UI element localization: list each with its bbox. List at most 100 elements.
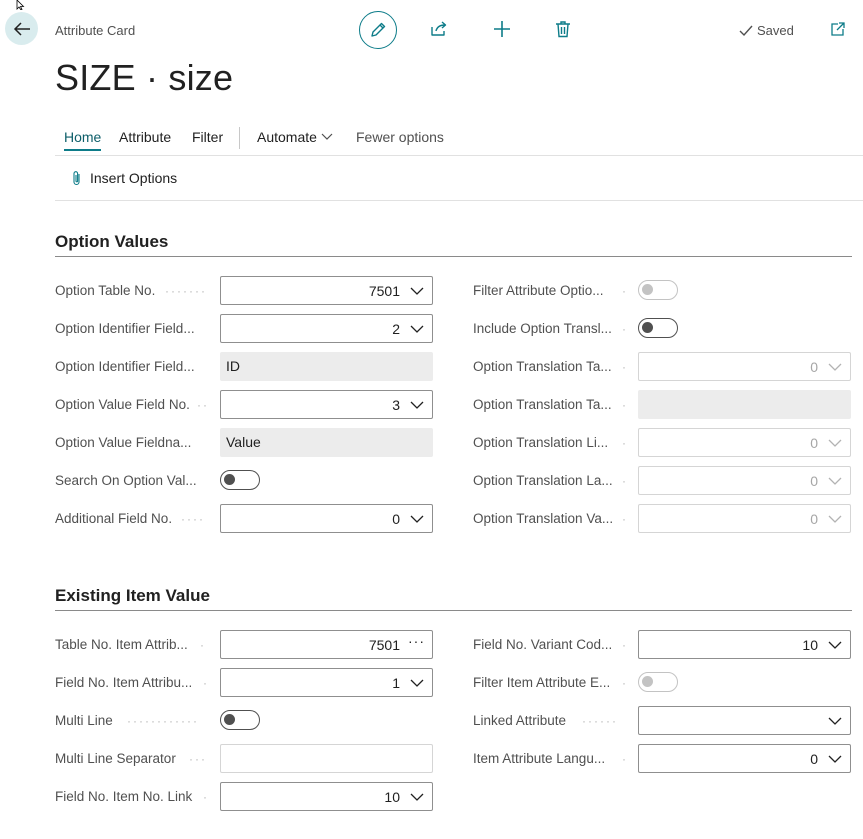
actions-bar: Insert Options xyxy=(55,156,863,201)
field-label: Option Value Fieldna... xyxy=(55,435,192,450)
pencil-icon xyxy=(371,22,386,37)
field-value: 7501 xyxy=(368,637,400,653)
chevron-down-icon xyxy=(410,793,424,801)
field-no-item-attribute-select[interactable]: 1 xyxy=(220,668,433,697)
toggle-knob xyxy=(642,676,653,687)
field-value: 0 xyxy=(392,511,400,527)
lookup-ellipsis-icon[interactable]: ··· xyxy=(408,633,425,649)
toggle-knob xyxy=(224,474,235,485)
field-label: Filter Attribute Optio... xyxy=(473,283,604,298)
saved-status: Saved xyxy=(739,23,794,38)
field-label: Option Translation Va... xyxy=(473,511,614,526)
linked-attribute-select[interactable] xyxy=(638,706,851,735)
plus-icon xyxy=(494,21,510,37)
option-value-field-no-select[interactable]: 3 xyxy=(220,390,433,419)
option-translation-language-select[interactable]: 0 xyxy=(638,466,851,495)
field-value: 2 xyxy=(392,321,400,337)
label-leader-dots: · xyxy=(622,752,628,766)
search-on-option-value-toggle[interactable] xyxy=(220,470,260,490)
paperclip-icon xyxy=(73,171,80,186)
option-value-fieldname-readonly: Value xyxy=(220,428,433,457)
field-label: Table No. Item Attrib... xyxy=(55,637,188,652)
chevron-down-icon xyxy=(410,325,424,333)
option-translation-value-select[interactable]: 0 xyxy=(638,504,851,533)
field-label: Linked Attribute xyxy=(473,713,567,728)
field-label: Additional Field No. xyxy=(55,511,173,526)
option-identifier-field-no-select[interactable]: 2 xyxy=(220,314,433,343)
chevron-down-icon xyxy=(410,515,424,523)
label-leader-dots: ······ xyxy=(582,714,618,728)
field-value: 10 xyxy=(384,789,400,805)
open-in-new-window-icon xyxy=(831,22,845,36)
tab-home[interactable]: Home xyxy=(64,129,101,145)
field-label: Option Table No. xyxy=(55,283,156,298)
tab-automate[interactable]: Automate xyxy=(257,129,333,145)
label-leader-dots: ··· xyxy=(189,752,207,766)
label-leader-dots: · xyxy=(622,436,628,450)
field-no-item-no-link-select[interactable]: 10 xyxy=(220,782,433,811)
tab-automate-label: Automate xyxy=(257,129,317,145)
field-value: 0 xyxy=(810,435,818,451)
option-translation-table-select[interactable]: 0 xyxy=(638,352,851,381)
chevron-down-icon xyxy=(410,401,424,409)
field-value: 0 xyxy=(810,751,818,767)
chevron-down-icon xyxy=(828,363,842,371)
chevron-down-icon xyxy=(828,515,842,523)
field-value: 0 xyxy=(810,511,818,527)
label-leader-dots: · xyxy=(622,284,628,298)
label-leader-dots: ·· xyxy=(197,398,209,412)
chevron-down-icon xyxy=(828,717,842,725)
additional-field-no-select[interactable]: 0 xyxy=(220,504,433,533)
fewer-options-button[interactable]: Fewer options xyxy=(356,129,444,145)
check-icon xyxy=(739,25,753,36)
field-value: Value xyxy=(226,434,261,450)
label-leader-dots: · xyxy=(622,676,628,690)
filter-attribute-option-toggle[interactable] xyxy=(638,280,678,300)
label-leader-dots: · xyxy=(622,322,628,336)
field-no-variant-code-select[interactable]: 10 xyxy=(638,630,851,659)
share-button[interactable] xyxy=(429,19,449,39)
section-divider xyxy=(55,256,852,257)
label-leader-dots: ············ xyxy=(127,714,199,728)
delete-button[interactable] xyxy=(553,19,573,39)
tab-filter[interactable]: Filter xyxy=(192,129,223,145)
section-title-option-values: Option Values xyxy=(55,232,169,251)
filter-item-attribute-toggle[interactable] xyxy=(638,672,678,692)
field-label: Option Translation Ta... xyxy=(473,397,612,412)
edit-button[interactable] xyxy=(359,11,397,49)
chevron-down-icon xyxy=(828,439,842,447)
chevron-down-icon xyxy=(410,287,424,295)
label-leader-dots: · xyxy=(622,360,628,374)
option-translation-link-select[interactable]: 0 xyxy=(638,428,851,457)
field-label: Option Value Field No. xyxy=(55,397,190,412)
share-icon xyxy=(431,21,447,36)
back-button[interactable] xyxy=(5,12,38,45)
field-value: 3 xyxy=(392,397,400,413)
item-attribute-language-select[interactable]: 0 xyxy=(638,744,851,773)
new-button[interactable] xyxy=(492,19,512,39)
field-label: Option Translation Li... xyxy=(473,435,609,450)
multi-line-toggle[interactable] xyxy=(220,710,260,730)
section-title-existing-item-value: Existing Item Value xyxy=(55,586,210,605)
insert-options-button[interactable]: Insert Options xyxy=(72,170,177,186)
field-label: Option Translation Ta... xyxy=(473,359,612,374)
label-leader-dots: · xyxy=(203,676,209,690)
include-option-translation-toggle[interactable] xyxy=(638,318,678,338)
tab-attribute[interactable]: Attribute xyxy=(119,129,171,145)
multi-line-separator-input[interactable] xyxy=(220,744,433,773)
chevron-down-icon xyxy=(828,641,842,649)
field-label: Field No. Item Attribu... xyxy=(55,675,193,690)
chevron-down-icon xyxy=(321,133,333,140)
chevron-down-icon xyxy=(828,755,842,763)
menu-separator xyxy=(239,127,240,149)
label-leader-dots: · xyxy=(622,398,628,412)
label-leader-dots: · xyxy=(622,638,628,652)
field-label: Multi Line Separator xyxy=(55,751,176,766)
option-table-no-select[interactable]: 7501 xyxy=(220,276,433,305)
open-new-window-button[interactable] xyxy=(830,21,846,42)
label-leader-dots: ···· xyxy=(181,512,205,526)
table-no-item-attribute-lookup[interactable]: 7501 ··· xyxy=(220,630,433,659)
field-value: 7501 xyxy=(368,283,400,299)
field-label: Option Identifier Field... xyxy=(55,359,195,374)
field-value: 10 xyxy=(802,637,818,653)
